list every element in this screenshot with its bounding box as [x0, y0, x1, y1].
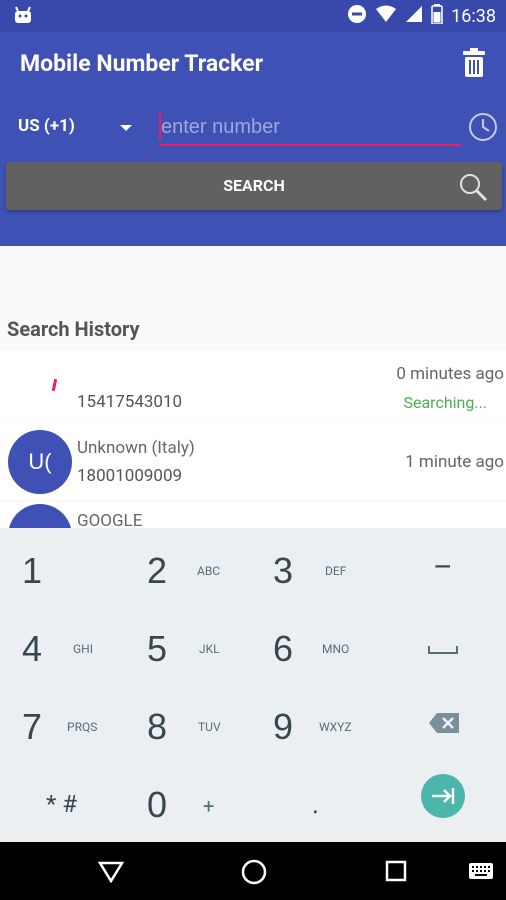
key-dash-label: – [433, 550, 453, 585]
key-digit: 7 [22, 706, 43, 747]
dropdown-arrow-icon [120, 125, 132, 131]
app-title: Mobile Number Tracker [20, 50, 264, 77]
key-1[interactable]: 1 [22, 550, 42, 592]
search-button[interactable]: SEARCH [6, 162, 502, 210]
backspace-key[interactable] [428, 712, 460, 738]
key-0[interactable]: 0 + [147, 784, 237, 826]
history-clock-icon[interactable] [468, 112, 498, 146]
history-item-number: 15417543010 [77, 392, 183, 412]
key-digit: 6 [273, 628, 294, 669]
trash-icon[interactable] [462, 48, 486, 82]
key-dot[interactable]: . [312, 790, 319, 820]
phone-number-input[interactable] [159, 110, 461, 146]
history-item[interactable]: U( Unknown (Italy) 18001009009 1 minute … [0, 424, 506, 500]
loading-indicator [51, 378, 58, 392]
country-code-select[interactable]: US (+1) [18, 116, 136, 144]
wifi-icon [375, 5, 397, 28]
android-notification-icon [12, 6, 34, 30]
keyboard-icon[interactable] [468, 862, 494, 884]
key-6[interactable]: 6 MNO [273, 628, 363, 670]
key-5[interactable]: 5 JKL [147, 628, 237, 670]
history-item-time: 1 minute ago [405, 452, 504, 472]
next-arrow-icon [421, 774, 465, 818]
history-item-name: Unknown (Italy) [77, 438, 195, 458]
key-letters: TUV [198, 720, 221, 734]
back-icon[interactable] [97, 861, 125, 887]
avatar [8, 504, 72, 530]
key-digit: 9 [273, 706, 294, 747]
app-bar: Mobile Number Tracker [0, 32, 506, 100]
history-item[interactable]: GOOGLE [0, 502, 506, 530]
key-digit: 4 [22, 628, 43, 669]
history-item[interactable]: 15417543010 0 minutes ago Searching... [0, 351, 506, 423]
history-item-number: 18001009009 [77, 466, 183, 486]
key-letters: + [203, 794, 215, 818]
search-button-label: SEARCH [223, 176, 285, 195]
text-cursor [159, 112, 161, 140]
key-dash[interactable]: – [433, 550, 453, 585]
numeric-keypad: 1 2 ABC 3 DEF – 4 GHI 5 JKL 6 MNO 7 PRQS… [0, 528, 506, 842]
key-digit: 1 [22, 550, 43, 591]
clock-time: 16:38 [451, 6, 496, 27]
country-code-label: US (+1) [18, 116, 75, 136]
go-button[interactable] [421, 774, 465, 822]
key-2[interactable]: 2 ABC [147, 550, 237, 592]
key-digit: 5 [147, 628, 168, 669]
key-digit: 0 [147, 784, 168, 825]
key-9[interactable]: 9 WXYZ [273, 706, 373, 748]
backspace-icon [429, 713, 459, 733]
key-letters: WXYZ [319, 720, 352, 734]
do-not-disturb-icon [347, 4, 367, 29]
history-item-status: Searching... [403, 393, 487, 412]
status-bar: 16:38 [0, 0, 506, 32]
home-icon[interactable] [241, 859, 267, 889]
key-letters: GHI [73, 642, 93, 656]
key-letters: JKL [199, 642, 220, 656]
key-8[interactable]: 8 TUV [147, 706, 237, 748]
space-icon [428, 646, 458, 654]
key-letters: MNO [322, 642, 350, 656]
signal-icon [405, 5, 423, 28]
key-letters: DEF [325, 564, 347, 578]
search-panel: US (+1) SEARCH [0, 100, 506, 246]
key-digit: 3 [273, 550, 294, 591]
key-3[interactable]: 3 DEF [273, 550, 363, 592]
key-digit: . [312, 790, 319, 820]
navigation-bar [0, 842, 506, 900]
battery-icon [431, 4, 443, 29]
key-digit: * # [46, 790, 78, 818]
key-7[interactable]: 7 PRQS [22, 706, 112, 748]
avatar: U( [8, 430, 72, 494]
recent-apps-icon[interactable] [385, 860, 407, 886]
search-history-title: Search History [7, 317, 140, 341]
space-key[interactable] [428, 640, 458, 659]
search-icon [458, 172, 488, 221]
key-letters: ABC [197, 564, 221, 578]
key-star-hash[interactable]: * # [46, 790, 77, 818]
history-item-time: 0 minutes ago [396, 364, 504, 384]
key-4[interactable]: 4 GHI [22, 628, 112, 670]
key-digit: 2 [147, 550, 168, 591]
key-digit: 8 [147, 706, 168, 747]
key-letters: PRQS [67, 720, 98, 734]
